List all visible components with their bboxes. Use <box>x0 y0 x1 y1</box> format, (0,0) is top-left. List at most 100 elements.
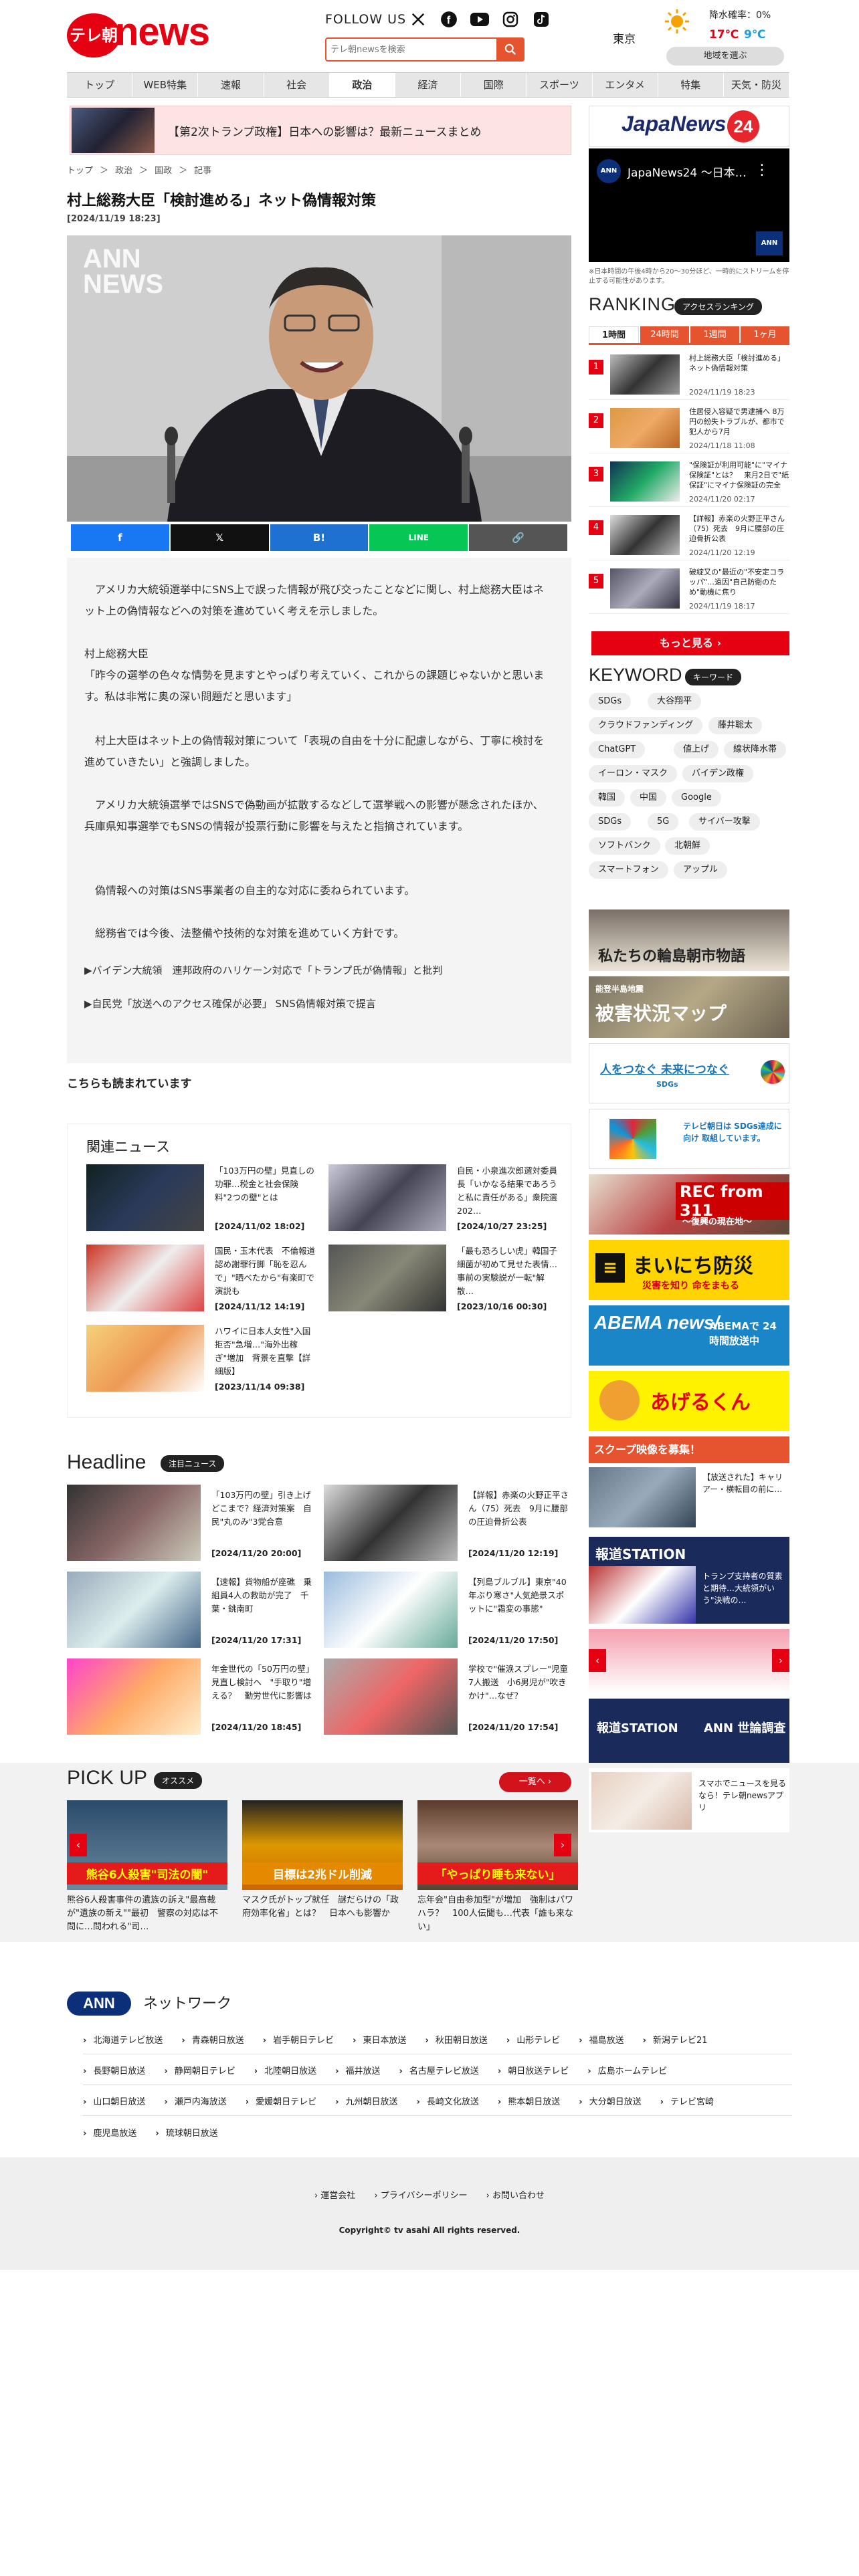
network-station-link[interactable]: 新潟テレビ21 <box>643 2033 708 2046</box>
network-station-link[interactable]: 長野朝日放送 <box>83 2064 145 2076</box>
article-related-link[interactable]: ▶バイデン大統領 連邦政府のハリケーン対応で「トランプ氏が偽情報」と批判 <box>84 963 442 977</box>
ranking-more-button[interactable]: もっと見る › <box>591 631 789 655</box>
ranking-item[interactable]: 3 "保険証が利用可能"に"マイナ保険証"とは？ 来月2日で"紙保証"にマイナ保… <box>589 459 789 507</box>
share-hatena-button[interactable]: B! <box>270 524 369 551</box>
network-station-link[interactable]: 福島放送 <box>579 2033 624 2046</box>
network-station-link[interactable]: 山形テレビ <box>506 2033 560 2046</box>
network-station-link[interactable]: 愛媛朝日テレビ <box>246 2095 316 2107</box>
pickup-next-arrow[interactable]: › <box>554 1834 571 1856</box>
network-station-link[interactable]: テレビ宮崎 <box>660 2095 714 2107</box>
network-station-link[interactable]: 九州朝日放送 <box>335 2095 397 2107</box>
breadcrumb-item[interactable]: 政治 <box>115 163 132 176</box>
pickup-card[interactable]: 熊谷6人殺害"司法の闇" 熊谷6人殺害事件の遺族の訴え"最高裁が"遺族の新え""… <box>67 1800 227 1941</box>
facebook-icon[interactable]: f <box>439 9 459 29</box>
ranking-tab-1week[interactable]: 1週間 <box>690 326 739 343</box>
carousel-next-arrow[interactable]: › <box>772 1649 789 1672</box>
ad-noto-asaichi[interactable]: 私たちの輪島朝市物語 <box>589 909 789 971</box>
footer-link-contact[interactable]: › お問い合わせ <box>486 2191 545 2201</box>
nav-item[interactable]: 特集 <box>658 73 724 97</box>
related-news-item[interactable]: 「最も恐ろしい虎」韓国子細菌が初めて見せた表情…事前の実験説が一転"解散… [2… <box>328 1245 557 1311</box>
nav-item[interactable]: トップ <box>67 73 133 97</box>
network-station-link[interactable]: 熊本朝日放送 <box>498 2095 560 2107</box>
ranking-item[interactable]: 4 【詳報】赤楽の火野正平さん（75）死去 9月に腰部の圧迫骨折公表 2024/… <box>589 512 789 560</box>
keyword-chip[interactable]: Google <box>672 789 721 807</box>
breadcrumb-item[interactable]: 国政 <box>155 163 172 176</box>
network-station-link[interactable]: 東日本放送 <box>353 2033 406 2046</box>
keyword-chip[interactable]: 5G <box>648 813 679 831</box>
nav-item[interactable]: 社会 <box>264 73 330 97</box>
ad-houdou-station[interactable]: 報道STATION トランプ支持者の質素と期待…大統領がいう"決戦の… <box>589 1537 789 1624</box>
x-icon[interactable] <box>408 9 428 29</box>
nav-item[interactable]: 速報 <box>198 73 264 97</box>
ad-rec-311[interactable]: REC from 311 ～復興の現在地～ <box>589 1174 789 1235</box>
ad-agerun[interactable]: あげるくん <box>589 1371 789 1431</box>
network-station-link[interactable]: 瀬戸内海放送 <box>164 2095 227 2107</box>
ad-noto-map[interactable]: 能登半島地震 被害状況マップ <box>589 976 789 1038</box>
nav-item[interactable]: 経済 <box>395 73 462 97</box>
ad-news-app[interactable]: スマホでニュースを見るなら！テレ朝newsアプリ <box>589 1768 789 1832</box>
headline-card[interactable]: 【速報】貨物船が座礁 乗組員4人の救助が完了 千葉・銚南町 [2024/11/2… <box>67 1572 316 1648</box>
keyword-chip[interactable]: バイデン政権 <box>682 765 754 782</box>
keyword-chip[interactable]: イーロン・マスク <box>589 765 678 782</box>
keyword-chip[interactable]: クラウドファンディング <box>589 717 703 734</box>
ad-abema[interactable]: ABEMA news/ ABEMAで 24時間放送中 <box>589 1305 789 1366</box>
footer-link-privacy[interactable]: › プライバシーポリシー <box>374 2191 467 2201</box>
headline-card[interactable]: 【列島ブルブル】東京"40年ぶり寒さ"人気絶景スポットに"霜変の事態" [202… <box>324 1572 573 1648</box>
ad-sdgs-commitment[interactable]: テレビ朝日は SDGs達成に向け 取組しています。 <box>589 1109 789 1169</box>
network-station-link[interactable]: 朝日放送テレビ <box>498 2064 569 2076</box>
related-news-item[interactable]: 「103万円の壁」見直しの功罪…税金と社会保険料"2つの壁"とは [2024/1… <box>86 1164 314 1231</box>
ad-sdgs[interactable]: 人をつなぐ 未来につなぐ SDGs <box>589 1043 789 1103</box>
ad-mainichi-bousai[interactable]: ≡ まいにち防災 災害を知り 命をまもる <box>589 1240 789 1300</box>
network-station-link[interactable]: 静岡朝日テレビ <box>164 2064 235 2076</box>
carousel-prev-arrow[interactable]: ‹ <box>589 1649 606 1672</box>
keyword-chip[interactable]: 藤井聡太 <box>708 717 763 734</box>
article-related-link[interactable]: ▶自民党「放送へのアクセス確保が必要」 SNS偽情報対策で提言 <box>84 996 376 1010</box>
instagram-icon[interactable] <box>500 9 520 29</box>
nav-item[interactable]: エンタメ <box>593 73 658 97</box>
nav-item[interactable]: 国際 <box>461 73 527 97</box>
breadcrumb-item[interactable]: トップ <box>67 163 93 176</box>
ranking-item[interactable]: 2 住居侵入容疑で男逮捕へ 8万円の紛失トラブルが、都市で犯人から7月 2024… <box>589 405 789 453</box>
site-logo[interactable]: テレ朝 news <box>67 10 227 60</box>
share-x-button[interactable]: 𝕏 <box>170 524 269 551</box>
nav-item[interactable]: 天気・防災 <box>724 73 790 97</box>
keyword-chip[interactable]: アップル <box>674 861 728 879</box>
ad-scoop[interactable]: スクープ映像を募集！ 【放送された】キャリアー・横転目の前に… <box>589 1436 789 1530</box>
more-vert-icon[interactable]: ⋮ <box>755 162 769 179</box>
ranking-tab-1month[interactable]: 1ヶ月 <box>741 326 789 343</box>
ranking-tab-24hours[interactable]: 24時間 <box>640 326 689 343</box>
headline-card[interactable]: 学校で"催涙スプレー"児童7人搬送 小6男児が"吹きかけ"…なぜ？ [2024/… <box>324 1658 573 1735</box>
headline-card[interactable]: 「103万円の壁」引き上げどこまで？経済対策案 自民"丸のみ"3党合意 [202… <box>67 1485 316 1561</box>
ad-carousel[interactable]: ‹ › <box>589 1629 789 1693</box>
headline-card[interactable]: 【詳報】赤楽の火野正平さん（75）死去 9月に腰部の圧迫骨折公表 [2024/1… <box>324 1485 573 1561</box>
network-station-link[interactable]: 福井放送 <box>335 2064 380 2076</box>
keyword-chip[interactable]: SDGs <box>589 693 632 710</box>
network-station-link[interactable]: 広島ホームテレビ <box>587 2064 668 2076</box>
network-station-link[interactable]: 名古屋テレビ放送 <box>399 2064 479 2076</box>
keyword-chip[interactable]: 大谷翔平 <box>648 693 702 710</box>
japanews24-logo[interactable]: JapaNews 24 <box>589 106 789 147</box>
pickup-card[interactable]: 目標は2兆ドル削減 マスク氏がトップ就任 謎だらけの「政府効率化省」とは？ 日本… <box>242 1800 403 1941</box>
nav-item[interactable]: 政治 <box>329 73 395 97</box>
nav-item[interactable]: スポーツ <box>527 73 593 97</box>
network-station-link[interactable]: 山口朝日放送 <box>83 2095 145 2107</box>
search-button[interactable] <box>496 37 524 62</box>
live-video-player[interactable]: ANN JapaNews24 ～日本… ⋮ ANN <box>589 148 789 262</box>
ranking-item[interactable]: 1 村上総務大臣「検討進める」ネット偽情報対策 2024/11/19 18:23 <box>589 352 789 400</box>
network-station-link[interactable]: 北海道テレビ放送 <box>83 2033 163 2046</box>
network-station-link[interactable]: 秋田朝日放送 <box>425 2033 488 2046</box>
network-station-link[interactable]: 大分朝日放送 <box>579 2095 642 2107</box>
keyword-chip[interactable]: 値上げ <box>674 741 719 758</box>
headline-card[interactable]: 年金世代の「50万円の壁」見直し検討へ "手取り"増える？ 勤労世代に影響は [… <box>67 1658 316 1735</box>
region-select-button[interactable]: 地域を選ぶ <box>666 47 784 66</box>
keyword-chip[interactable]: ChatGPT <box>589 741 646 758</box>
related-news-item[interactable]: ハワイに日本人女性"入国拒否"急増…"海外出稼ぎ"増加 背景を直撃【詳細版】 [… <box>86 1325 314 1392</box>
nav-item[interactable]: WEB特集 <box>132 73 199 97</box>
share-line-button[interactable]: LINE <box>369 524 468 551</box>
pickup-card[interactable]: 「やっぱり睡も来ない」 忘年会"自由参加型"が増加 強制はパワハラ？ 100人伝… <box>417 1800 578 1941</box>
pickup-prev-arrow[interactable]: ‹ <box>70 1834 87 1856</box>
keyword-chip[interactable]: 中国 <box>630 789 667 807</box>
network-station-link[interactable]: 長崎文化放送 <box>417 2095 479 2107</box>
tiktok-icon[interactable] <box>531 9 551 29</box>
ranking-item[interactable]: 5 破綻又の"最近の"不安定コラッパ"…遠因"自己防衛のため"動機に焦り 202… <box>589 566 789 614</box>
